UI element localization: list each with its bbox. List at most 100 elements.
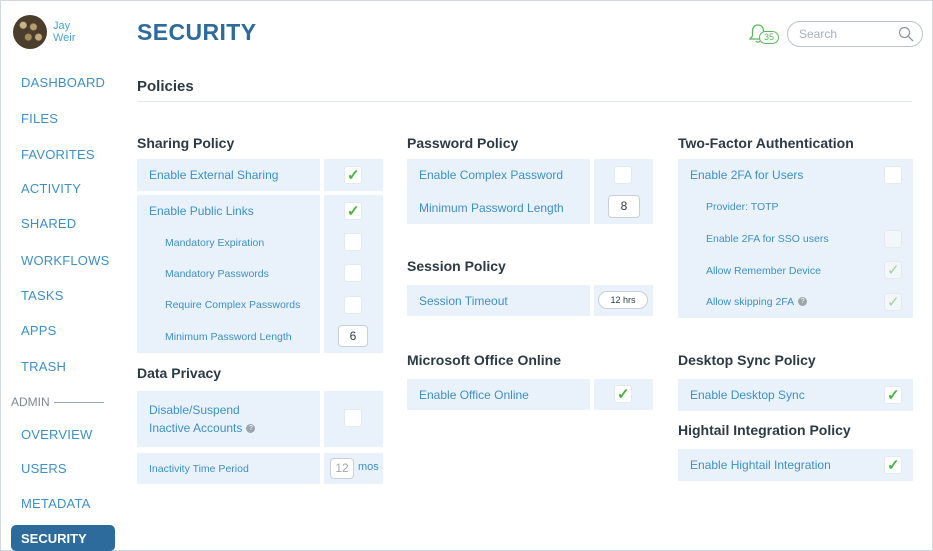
sidebar-admin-label: ADMIN [11, 395, 50, 409]
inactivity-period-label: Inactivity Time Period [137, 453, 320, 484]
inactivity-period-unit: mos [358, 461, 379, 473]
office-online-cell: ✓ [594, 379, 653, 410]
session-timeout-label: Session Timeout [407, 285, 590, 316]
sidebar-item-activity[interactable]: ACTIVITY [21, 181, 81, 196]
hightail-checkbox[interactable]: ✓ [884, 456, 902, 474]
mandatory-passwords-cell [324, 258, 383, 289]
sidebar-item-apps[interactable]: APPS [21, 323, 56, 338]
sidebar-item-overview[interactable]: OVERVIEW [21, 427, 92, 442]
complex-password-checkbox[interactable] [614, 166, 632, 184]
page-title: SECURITY [137, 19, 257, 45]
public-links-cell: ✓ [324, 195, 383, 227]
user-name[interactable]: Jay Weir [53, 20, 75, 44]
info-icon[interactable]: ? [246, 424, 256, 433]
sso-2fa-checkbox[interactable] [884, 230, 902, 248]
sidebar: Jay Weir DASHBOARD FILES FAVORITES ACTIV… [1, 1, 121, 551]
password-min-length-cell: 8 [594, 191, 653, 224]
user-last-name: Weir [53, 32, 76, 44]
info-icon[interactable]: ? [798, 297, 808, 306]
allow-skipping-cell: ✓ [858, 286, 913, 318]
sso-2fa-cell [858, 223, 913, 255]
sidebar-item-tasks[interactable]: TASKS [21, 288, 64, 303]
remember-device-checkbox[interactable]: ✓ [884, 261, 902, 279]
desktop-sync-checkbox[interactable]: ✓ [884, 386, 902, 404]
allow-skipping-text: Allow skipping 2FA [706, 296, 795, 308]
sidebar-item-users[interactable]: USERS [21, 461, 67, 476]
sidebar-item-dashboard[interactable]: DASHBOARD [21, 75, 105, 90]
office-online-checkbox[interactable]: ✓ [614, 385, 632, 403]
session-timeout-select[interactable]: 12 hrs [598, 291, 648, 309]
mandatory-expiration-checkbox[interactable] [344, 233, 362, 251]
disable-inactive-checkbox[interactable] [344, 409, 362, 427]
password-min-length-input[interactable]: 8 [608, 195, 640, 218]
data-privacy-title: Data Privacy [137, 365, 222, 381]
require-complex-passwords-label: Require Complex Passwords [137, 289, 320, 321]
enable-2fa-checkbox[interactable] [884, 166, 902, 184]
sidebar-item-security[interactable]: SECURITY [11, 525, 115, 551]
external-sharing-label: Enable External Sharing [137, 159, 320, 191]
external-sharing-checkbox[interactable]: ✓ [344, 166, 362, 184]
sidebar-item-workflows[interactable]: WORKFLOWS [21, 253, 109, 268]
enable-2fa-label: Enable 2FA for Users [678, 159, 858, 191]
notification-count-badge: 35 [759, 31, 779, 44]
disable-inactive-cell [324, 391, 383, 447]
search-box[interactable] [787, 21, 923, 47]
divider [53, 401, 104, 403]
app-frame: Jay Weir DASHBOARD FILES FAVORITES ACTIV… [0, 0, 933, 551]
sharing-min-password-length-input[interactable]: 6 [338, 325, 368, 347]
mandatory-passwords-checkbox[interactable] [344, 264, 362, 282]
inactivity-period-input[interactable]: 12 [330, 458, 354, 479]
remember-device-cell: ✓ [858, 255, 913, 286]
session-policy-title: Session Policy [407, 258, 506, 274]
session-timeout-cell: 12 hrs [594, 285, 653, 316]
notifications-button[interactable]: 35 [747, 23, 781, 47]
sidebar-item-files[interactable]: FILES [21, 111, 58, 126]
inactivity-period-cell: 12 mos [324, 453, 383, 484]
checkmark-icon: ✓ [347, 167, 360, 184]
policies-heading: Policies [137, 78, 194, 95]
sharing-min-password-length-cell: 6 [324, 321, 383, 353]
checkmark-icon: ✓ [887, 294, 900, 311]
enable-2fa-cell [858, 159, 913, 191]
allow-skipping-label: Allow skipping 2FA? [678, 286, 858, 318]
disable-inactive-text: Disable/Suspend Inactive Accounts [149, 403, 243, 435]
user-profile[interactable]: Jay Weir [13, 15, 75, 49]
search-input[interactable] [799, 27, 895, 41]
sharing-policy-title: Sharing Policy [137, 135, 235, 151]
mandatory-passwords-label: Mandatory Passwords [137, 258, 320, 289]
divider [137, 101, 912, 102]
require-complex-passwords-checkbox[interactable] [344, 296, 362, 314]
office-online-label: Enable Office Online [407, 379, 590, 410]
sharing-min-password-length-label: Minimum Password Length [137, 321, 320, 353]
search-icon[interactable] [898, 26, 914, 42]
password-min-length-label: Minimum Password Length [407, 191, 590, 224]
desktop-sync-cell: ✓ [858, 379, 913, 411]
hightail-cell: ✓ [858, 449, 913, 481]
sidebar-admin-header: ADMIN [11, 395, 104, 409]
desktop-sync-title: Desktop Sync Policy [678, 352, 816, 368]
complex-password-label: Enable Complex Password [407, 159, 590, 191]
desktop-sync-label: Enable Desktop Sync [678, 379, 858, 411]
sidebar-item-favorites[interactable]: FAVORITES [21, 147, 95, 162]
avatar[interactable] [13, 15, 47, 49]
sidebar-item-metadata[interactable]: METADATA [21, 496, 91, 511]
checkmark-icon: ✓ [887, 387, 900, 404]
hightail-title: Hightail Integration Policy [678, 422, 851, 438]
checkmark-icon: ✓ [347, 203, 360, 220]
provider-cell [858, 191, 913, 223]
mandatory-expiration-cell [324, 227, 383, 258]
office-online-title: Microsoft Office Online [407, 352, 562, 368]
remember-device-label: Allow Remember Device [678, 255, 858, 286]
public-links-label: Enable Public Links [137, 195, 320, 227]
sidebar-item-shared[interactable]: SHARED [21, 216, 76, 231]
password-policy-title: Password Policy [407, 135, 519, 151]
disable-inactive-label: Disable/Suspend Inactive Accounts? [137, 391, 320, 447]
external-sharing-cell: ✓ [324, 159, 383, 191]
checkmark-icon: ✓ [887, 262, 900, 279]
sidebar-item-trash[interactable]: TRASH [21, 359, 66, 374]
public-links-checkbox[interactable]: ✓ [344, 202, 362, 220]
two-factor-title: Two-Factor Authentication [678, 135, 854, 151]
allow-skipping-checkbox[interactable]: ✓ [884, 293, 902, 311]
hightail-label: Enable Hightail Integration [678, 449, 858, 481]
sso-2fa-label: Enable 2FA for SSO users [678, 223, 858, 255]
